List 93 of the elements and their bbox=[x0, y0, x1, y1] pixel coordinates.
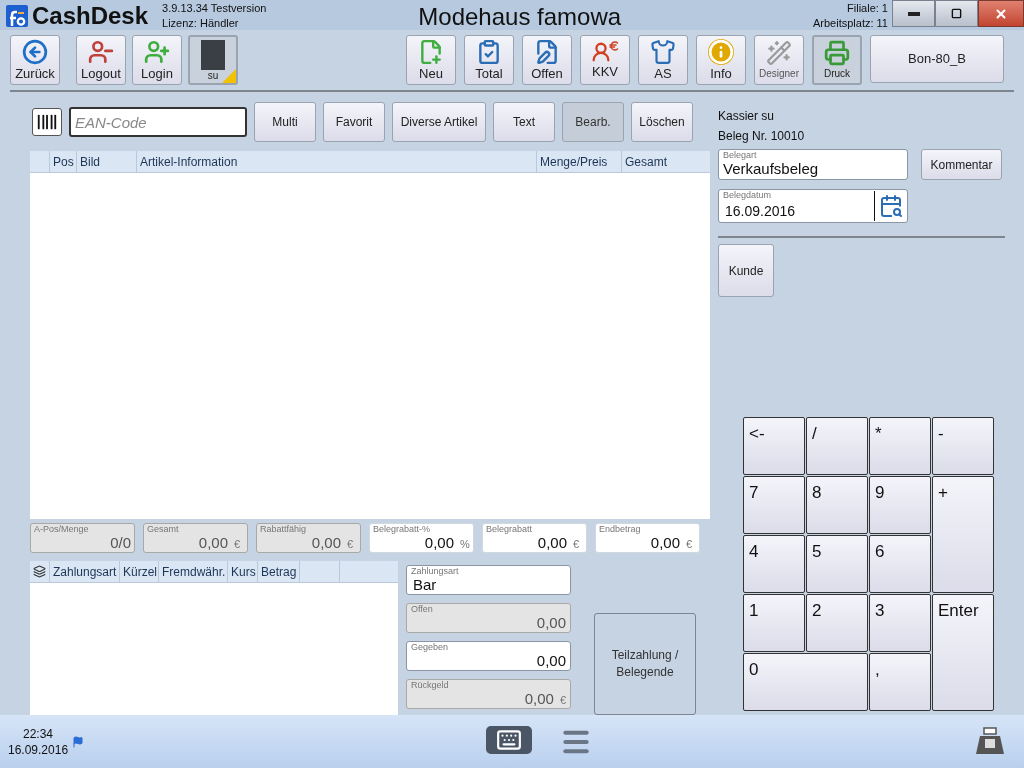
keypad-key[interactable]: 6 bbox=[869, 535, 931, 593]
scan-action-button[interactable]: Diverse Artikel bbox=[392, 102, 486, 142]
keypad-key[interactable]: 7 bbox=[743, 476, 805, 534]
user-plus-icon bbox=[144, 38, 170, 65]
keypad-key[interactable]: + bbox=[932, 476, 994, 593]
checked-document-icon bbox=[476, 38, 502, 65]
scan-action-button[interactable]: Favorit bbox=[323, 102, 385, 142]
customer-button[interactable]: Kunde bbox=[718, 244, 774, 297]
column-chooser-icon[interactable] bbox=[33, 565, 46, 578]
version-text: 3.9.13.34 Testversion bbox=[162, 1, 267, 16]
keypad-key[interactable]: - bbox=[932, 417, 994, 475]
user-button[interactable]: su bbox=[188, 35, 238, 85]
scan-action-button[interactable]: Multi bbox=[254, 102, 316, 142]
print-button[interactable]: Druck bbox=[812, 35, 862, 85]
total-field[interactable]: Belegrabatt-% 0,00 % bbox=[369, 523, 474, 553]
branch-text: Filiale: 1 bbox=[847, 1, 888, 16]
login-button[interactable]: Login bbox=[132, 35, 182, 85]
document-plus-icon bbox=[418, 38, 444, 65]
magic-wand-icon bbox=[766, 39, 792, 66]
keypad-key[interactable]: 9 bbox=[869, 476, 931, 534]
scan-action-button[interactable]: Text bbox=[493, 102, 555, 142]
keypad-key[interactable]: Enter bbox=[932, 594, 994, 711]
license-text: Lizenz: Händler bbox=[162, 16, 240, 31]
keypad-key[interactable]: 2 bbox=[806, 594, 868, 652]
payment-field: Rückgeld 0,00 € bbox=[406, 679, 571, 709]
keypad-key[interactable]: 0 bbox=[743, 653, 868, 711]
info-button[interactable]: Info bbox=[696, 35, 746, 85]
column-header[interactable]: Menge/Preis bbox=[537, 151, 622, 172]
ean-code-field[interactable]: EAN-Code bbox=[69, 107, 247, 137]
receipt-number: Beleg Nr. 10010 bbox=[718, 129, 806, 143]
payment-field: Offen 0,00 bbox=[406, 603, 571, 633]
column-header[interactable]: Kürzel bbox=[120, 561, 159, 582]
open-button[interactable]: Offen bbox=[522, 35, 572, 85]
window-title: Modehaus famowa bbox=[418, 2, 622, 32]
keypad-key[interactable]: 8 bbox=[806, 476, 868, 534]
document-pencil-icon bbox=[534, 38, 560, 65]
logout-button[interactable]: Logout bbox=[76, 35, 126, 85]
payment-field[interactable]: Gegeben 0,00 bbox=[406, 641, 571, 671]
photo-placeholder bbox=[201, 40, 225, 70]
keypad-key[interactable]: * bbox=[869, 417, 931, 475]
workstation-text: Arbeitsplatz: 11 bbox=[813, 16, 888, 31]
app-name: CashDesk bbox=[32, 3, 149, 29]
keypad-key[interactable]: , bbox=[869, 653, 931, 711]
clock-date: 16.09.2016 bbox=[8, 741, 69, 758]
column-header[interactable]: Zahlungsart bbox=[50, 561, 120, 582]
column-header[interactable]: Bild bbox=[77, 151, 137, 172]
new-button[interactable]: Neu bbox=[406, 35, 456, 85]
keyboard-icon[interactable] bbox=[486, 725, 533, 754]
total-field: A-Pos/Menge 0/0 bbox=[30, 523, 135, 553]
barcode-icon bbox=[32, 108, 62, 136]
total-field[interactable]: Endbetrag 0,00 € bbox=[595, 523, 700, 553]
receipt-date-field[interactable]: Belegdatum 16.09.2016 bbox=[718, 189, 908, 223]
total-button[interactable]: Total bbox=[464, 35, 514, 85]
total-field: Rabattfähig 0,00 € bbox=[256, 523, 361, 553]
receipt-type-field[interactable]: Belegart Verkaufsbeleg bbox=[718, 149, 908, 180]
calendar-search-icon[interactable] bbox=[879, 194, 903, 218]
keypad-key[interactable]: 3 bbox=[869, 594, 931, 652]
total-field[interactable]: Belegrabatt 0,00 € bbox=[482, 523, 587, 553]
close-button[interactable] bbox=[978, 0, 1024, 27]
keypad-key[interactable]: <- bbox=[743, 417, 805, 475]
maximize-icon bbox=[951, 8, 962, 19]
scan-action-button[interactable]: Löschen bbox=[631, 102, 693, 142]
column-header[interactable]: Kurs bbox=[228, 561, 258, 582]
printer-select-button[interactable]: Bon-80_B bbox=[870, 35, 1004, 83]
flag-icon[interactable] bbox=[72, 735, 85, 748]
app-logo-icon bbox=[6, 5, 28, 27]
clock-time: 22:34 bbox=[23, 725, 54, 742]
close-icon bbox=[994, 6, 1008, 21]
info-icon bbox=[708, 38, 734, 65]
keypad-key[interactable]: 5 bbox=[806, 535, 868, 593]
column-header[interactable]: Artikel-Information bbox=[137, 151, 537, 172]
maximize-button[interactable] bbox=[935, 0, 978, 27]
comment-button[interactable]: Kommentar bbox=[921, 149, 1002, 180]
minimize-icon bbox=[907, 11, 920, 16]
column-header[interactable]: Pos bbox=[50, 151, 77, 172]
keypad-key[interactable]: 1 bbox=[743, 594, 805, 652]
user-minus-icon bbox=[88, 38, 114, 65]
keypad-key[interactable]: 4 bbox=[743, 535, 805, 593]
payment-field[interactable]: Zahlungsart Bar bbox=[406, 565, 571, 595]
keypad-key[interactable]: / bbox=[806, 417, 868, 475]
cashier-text: Kassier su bbox=[718, 109, 776, 123]
total-field: Gesamt 0,00 € bbox=[143, 523, 248, 553]
shirt-icon bbox=[650, 38, 676, 65]
minimize-button[interactable] bbox=[892, 0, 935, 27]
column-header[interactable]: Fremdwähr. bbox=[159, 561, 228, 582]
back-button[interactable]: Zurück bbox=[10, 35, 60, 85]
user-euro-icon bbox=[590, 40, 620, 63]
kkv-button[interactable]: KKV bbox=[580, 35, 630, 85]
as-button[interactable]: AS bbox=[638, 35, 688, 85]
column-header[interactable]: Gesamt bbox=[622, 151, 710, 172]
partial-payment-button[interactable]: Teilzahlung / Belegende bbox=[594, 613, 696, 715]
column-header[interactable]: Betrag bbox=[258, 561, 300, 582]
printer-icon bbox=[824, 39, 850, 66]
